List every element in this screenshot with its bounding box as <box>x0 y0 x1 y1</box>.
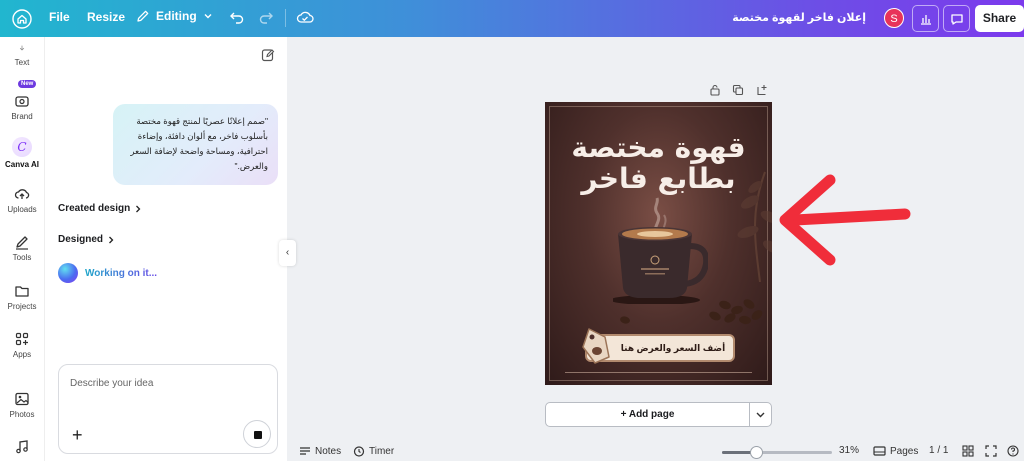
designed-row[interactable]: Designed <box>58 234 115 245</box>
rail-label-tools: Tools <box>12 253 32 262</box>
undo-icon[interactable] <box>229 9 245 28</box>
editing-label: Editing <box>156 9 197 23</box>
insights-button[interactable] <box>912 5 939 32</box>
timer-button[interactable]: Timer <box>353 445 394 457</box>
add-page-icon[interactable] <box>756 84 768 96</box>
comment-icon <box>950 13 963 25</box>
home-icon[interactable] <box>12 9 32 29</box>
stop-button[interactable] <box>243 420 271 448</box>
page-counter: 1 / 1 <box>929 445 949 456</box>
text-icon <box>19 45 25 51</box>
photo-icon <box>15 392 29 406</box>
upload-cloud-icon <box>14 189 30 199</box>
rail-item-projects[interactable]: Projects <box>0 283 44 311</box>
user-prompt-bubble: "صمم إعلانًا عصريًا لمنتج قهوة مختصة بأس… <box>113 104 278 185</box>
collapse-panel-button[interactable]: ‹ <box>279 240 296 266</box>
design-artboard[interactable]: قهوة مختصة بطابع فاخر أضف السعر والعرض ه… <box>545 102 772 385</box>
rail-item-photos[interactable]: Photos <box>0 391 44 419</box>
chevron-right-icon <box>136 205 141 212</box>
add-page-button[interactable]: + Add page <box>545 402 750 427</box>
ai-orb-icon <box>58 263 78 283</box>
plus-icon[interactable]: + <box>72 426 83 444</box>
working-status: Working on it... <box>58 263 157 283</box>
editing-mode-dropdown[interactable]: Editing <box>136 9 213 23</box>
rail-label-canva-ai: Canva AI <box>5 160 39 169</box>
created-design-row[interactable]: Created design <box>58 203 142 214</box>
chevron-down-icon <box>756 412 765 418</box>
avatar[interactable]: S <box>884 8 904 28</box>
file-menu-button[interactable]: File <box>49 10 70 24</box>
top-toolbar: File Resize Editing إعلان فاخر لقهوة مخت… <box>0 0 1024 37</box>
document-title[interactable]: إعلان فاخر لقهوة مختصة <box>732 11 866 24</box>
help-icon[interactable] <box>1007 445 1019 457</box>
folder-icon <box>15 286 29 297</box>
canva-ai-panel: "صمم إعلانًا عصريًا لمنتج قهوة مختصة بأس… <box>44 37 287 461</box>
rail-item-brand[interactable]: Brand <box>0 93 44 121</box>
working-label: Working on it... <box>85 267 158 279</box>
idea-input[interactable] <box>70 378 260 389</box>
zoom-slider-thumb[interactable] <box>750 446 763 459</box>
redo-icon[interactable] <box>258 9 274 28</box>
rail-item-audio[interactable] <box>0 439 44 458</box>
plant-decoration <box>737 171 772 282</box>
prompt-composer: + <box>58 364 278 454</box>
red-arrow-annotation <box>779 174 911 266</box>
bar-chart-icon <box>920 14 931 25</box>
notes-icon <box>300 447 310 455</box>
rail-label-brand: Brand <box>11 112 33 121</box>
brand-icon <box>15 96 29 107</box>
price-tag-icon <box>582 328 610 364</box>
add-page-options-button[interactable] <box>749 402 772 427</box>
created-design-label: Created design <box>58 203 131 214</box>
canva-ai-icon: C <box>12 137 32 157</box>
new-badge: New <box>18 80 37 88</box>
coffee-beans-decoration <box>620 299 763 325</box>
zoom-level[interactable]: 31% <box>839 445 859 456</box>
lock-icon[interactable] <box>709 84 721 96</box>
design-divider <box>565 372 752 373</box>
notes-label: Notes <box>315 445 342 457</box>
rail-item-text[interactable]: Text <box>0 45 44 67</box>
grid-view-icon[interactable] <box>962 445 974 457</box>
pages-label: Pages <box>890 445 919 457</box>
pencil-icon <box>137 10 149 22</box>
comments-button[interactable] <box>943 5 970 32</box>
chevron-right-icon <box>109 236 114 243</box>
notes-button[interactable]: Notes <box>299 445 341 457</box>
bottom-status-bar: Notes Timer 31% Pages 1 / 1 <box>287 441 1024 461</box>
rail-label-photos: Photos <box>9 410 35 419</box>
pen-tool-icon <box>16 236 28 250</box>
fullscreen-icon[interactable] <box>985 445 997 457</box>
apps-grid-icon <box>15 332 29 346</box>
rail-item-apps[interactable]: Apps <box>0 331 44 359</box>
rail-label-uploads: Uploads <box>7 205 37 214</box>
rail-item-tools[interactable]: Tools <box>0 234 44 262</box>
resize-button[interactable]: Resize <box>87 10 125 24</box>
rail-label-projects: Projects <box>7 302 37 311</box>
timer-label: Timer <box>369 445 395 457</box>
music-note-icon <box>16 440 28 454</box>
designed-label: Designed <box>58 234 104 245</box>
timer-icon <box>353 446 365 457</box>
left-rail: Text New Brand C Canva AI Uploads Tools … <box>0 37 44 461</box>
share-button[interactable]: Share <box>975 5 1024 32</box>
pages-button[interactable]: Pages <box>873 445 918 457</box>
toolbar-divider <box>285 9 286 27</box>
cloud-saved-icon[interactable] <box>296 9 314 28</box>
zoom-slider[interactable] <box>722 446 832 459</box>
rail-label-apps: Apps <box>12 350 32 359</box>
duplicate-page-icon[interactable] <box>732 84 744 96</box>
rail-item-canva-ai[interactable]: C Canva AI <box>0 137 44 169</box>
rail-label-text: Text <box>14 58 30 67</box>
new-chat-icon[interactable] <box>261 48 275 65</box>
rail-item-uploads[interactable]: Uploads <box>0 186 44 214</box>
chevron-down-icon <box>204 14 212 19</box>
pages-icon <box>873 446 886 456</box>
